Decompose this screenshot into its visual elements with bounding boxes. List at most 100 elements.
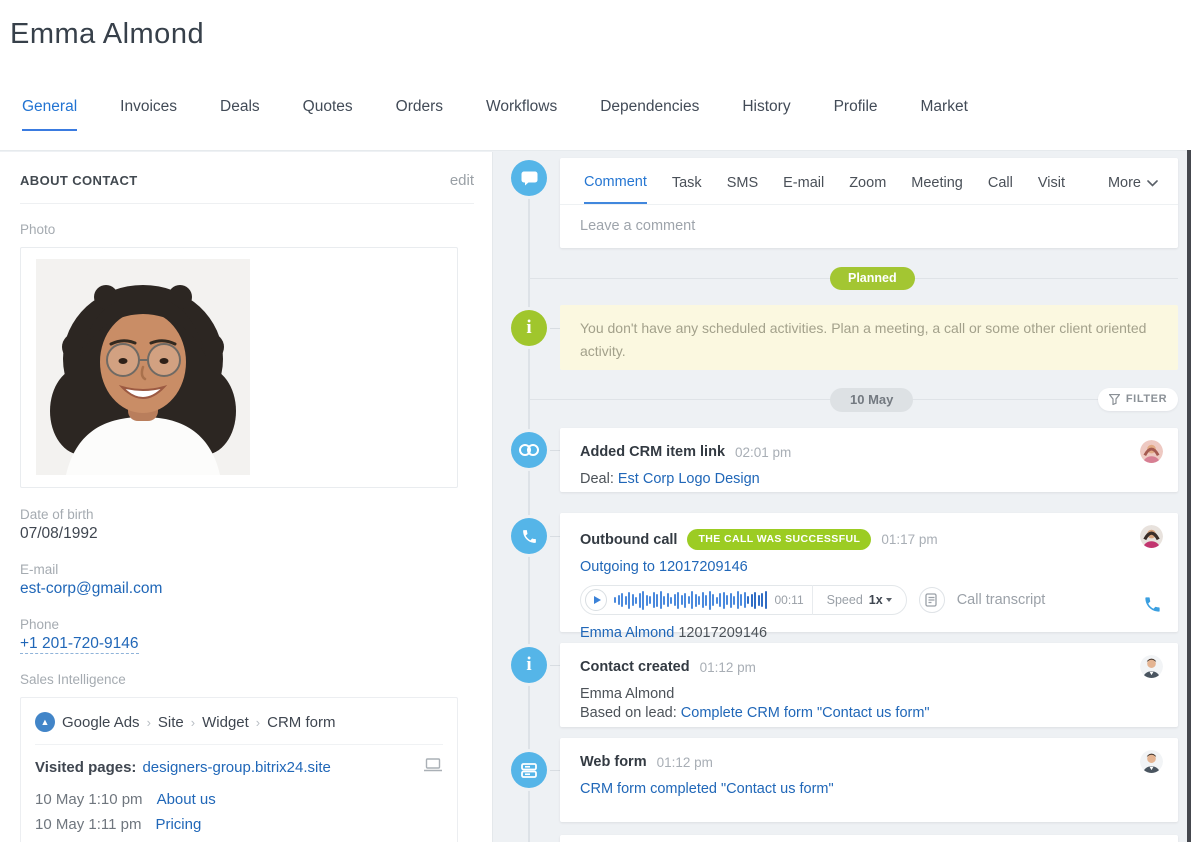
entry-title: Contact created	[580, 659, 690, 675]
contact-link[interactable]: Emma Almond	[580, 625, 674, 641]
email-link[interactable]: est-corp@gmail.com	[20, 580, 162, 597]
tab-general[interactable]: General	[22, 98, 78, 131]
contact-name-text: Emma Almond	[580, 686, 675, 702]
contact-photo	[36, 259, 250, 475]
no-activities-message: You don't have any scheduled activities.…	[560, 305, 1178, 370]
composer-more-button[interactable]: More	[1108, 175, 1158, 203]
visit-row: 10 May 1:12 pm Contact us	[35, 837, 443, 842]
laptop-icon	[423, 758, 443, 777]
timeline-entry-outbound-call[interactable]: Outbound call THE CALL WAS SUCCESSFUL 01…	[560, 513, 1178, 641]
tab-quotes[interactable]: Quotes	[303, 98, 353, 131]
composer-tab-zoom[interactable]: Zoom	[849, 175, 886, 203]
transcript-icon[interactable]	[918, 587, 945, 613]
call-transcript-label[interactable]: Call transcript	[957, 592, 1046, 608]
comment-input[interactable]: Leave a comment	[560, 205, 1178, 247]
contact-photo-card	[20, 247, 458, 488]
sales-intelligence-card: ▲ Google Ads › Site › Widget › CRM form …	[20, 697, 458, 842]
breadcrumb-google-ads[interactable]: Google Ads	[62, 714, 140, 731]
tab-market[interactable]: Market	[921, 98, 968, 131]
breadcrumb-site[interactable]: Site	[158, 714, 184, 731]
tab-deals[interactable]: Deals	[220, 98, 260, 131]
about-contact-heading: ABOUT CONTACT	[20, 173, 138, 188]
right-edge-panel	[1187, 150, 1191, 842]
next-timeline-entry	[560, 835, 1178, 842]
visited-pages-label: Visited pages:	[35, 759, 137, 776]
chevron-right-icon: ›	[146, 714, 151, 730]
composer-tab-task[interactable]: Task	[672, 175, 702, 203]
composer-tab-visit[interactable]: Visit	[1038, 175, 1065, 203]
tab-profile[interactable]: Profile	[834, 98, 878, 131]
timeline-entry-web-form[interactable]: Web form 01:12 pm CRM form completed "Co…	[560, 738, 1178, 822]
about-contact-panel: ABOUT CONTACT edit Photo Date of birth 0…	[0, 152, 493, 842]
phone-icon	[511, 518, 547, 554]
planned-badge: Planned	[830, 267, 915, 290]
web-form-icon	[511, 752, 547, 788]
date-badge: 10 May	[830, 388, 914, 412]
entry-title: Web form	[580, 754, 647, 770]
composer-tab-comment[interactable]: Comment	[584, 174, 647, 204]
speed-label: Speed	[826, 593, 863, 607]
entry-title: Added CRM item link	[580, 444, 726, 460]
field-phone: Phone +1 201-720-9146	[20, 617, 139, 654]
google-ads-icon: ▲	[35, 712, 55, 732]
composer-tab-meeting[interactable]: Meeting	[911, 175, 963, 203]
audio-waveform	[614, 590, 767, 610]
avatar	[1140, 525, 1163, 548]
tab-invoices[interactable]: Invoices	[120, 98, 177, 131]
sales-intelligence-label: Sales Intelligence	[20, 672, 126, 687]
main-tabs: General Invoices Deals Quotes Orders Wor…	[22, 98, 968, 131]
traffic-source-breadcrumb: ▲ Google Ads › Site › Widget › CRM form	[35, 698, 443, 744]
lead-label: Based on lead:	[580, 705, 677, 721]
field-date-of-birth: Date of birth 07/08/1992	[0, 507, 492, 543]
composer-tab-sms[interactable]: SMS	[727, 175, 758, 203]
visited-page-link[interactable]: Pricing	[155, 816, 201, 833]
avatar	[1140, 440, 1163, 463]
phone-link[interactable]: +1 201-720-9146	[20, 635, 139, 654]
deal-link[interactable]: Est Corp Logo Design	[618, 471, 760, 487]
info-icon: i	[511, 310, 547, 346]
speed-selector[interactable]: 1x	[869, 593, 892, 607]
contact-number: 12017209146	[678, 625, 768, 641]
entry-time: 01:17 pm	[881, 532, 938, 547]
visit-row: 10 May 1:11 pm Pricing	[35, 816, 202, 833]
entry-time: 02:01 pm	[735, 444, 792, 460]
filter-button[interactable]: FILTER	[1098, 388, 1178, 411]
breadcrumb-crm-form[interactable]: CRM form	[267, 714, 335, 731]
activity-stream: i i Comment Task SMS E-mail Zoom Meeting…	[508, 150, 1187, 842]
play-button[interactable]	[585, 589, 607, 611]
funnel-icon	[1108, 393, 1120, 405]
caret-down-icon	[885, 598, 892, 602]
tab-history[interactable]: History	[742, 98, 790, 131]
timeline-entry-crm-link[interactable]: Added CRM item link 02:01 pm Deal: Est C…	[560, 428, 1178, 492]
crm-link-icon	[511, 432, 547, 468]
activity-composer: Comment Task SMS E-mail Zoom Meeting Cal…	[560, 158, 1178, 248]
call-success-badge: THE CALL WAS SUCCESSFUL	[687, 529, 872, 550]
visited-page-link[interactable]: About us	[157, 791, 216, 808]
call-audio-player: 00:11 Speed 1x Call transcript	[580, 585, 1158, 615]
call-back-icon[interactable]	[1143, 595, 1162, 619]
chevron-right-icon: ›	[190, 714, 196, 730]
lead-link[interactable]: Complete CRM form "Contact us form"	[681, 705, 930, 721]
breadcrumb-widget[interactable]: Widget	[202, 714, 249, 731]
web-form-link[interactable]: CRM form completed "Contact us form"	[580, 781, 834, 797]
edit-link[interactable]: edit	[450, 172, 474, 189]
entry-title: Outbound call	[580, 531, 678, 548]
tab-orders[interactable]: Orders	[396, 98, 443, 131]
tab-dependencies[interactable]: Dependencies	[600, 98, 699, 131]
info-icon: i	[511, 647, 547, 683]
entry-time: 01:12 pm	[656, 754, 713, 770]
comment-icon	[511, 160, 547, 196]
call-direction-link[interactable]: Outgoing to 12017209146	[580, 559, 748, 575]
page-title: Emma Almond	[10, 18, 205, 50]
composer-tab-call[interactable]: Call	[988, 175, 1013, 203]
divider	[20, 203, 474, 204]
timeline-entry-contact-created[interactable]: Contact created 01:12 pm Emma Almond Bas…	[560, 643, 1178, 727]
visit-row: 10 May 1:10 pm About us	[35, 791, 216, 808]
avatar	[1140, 655, 1163, 678]
chevron-right-icon: ›	[255, 714, 261, 730]
tab-workflows[interactable]: Workflows	[486, 98, 557, 131]
composer-tab-email[interactable]: E-mail	[783, 175, 824, 203]
visited-site-link[interactable]: designers-group.bitrix24.site	[142, 759, 330, 776]
crm-contact-page: Emma Almond General Invoices Deals Quote…	[0, 0, 1191, 842]
date-of-birth-value: 07/08/1992	[20, 525, 98, 542]
